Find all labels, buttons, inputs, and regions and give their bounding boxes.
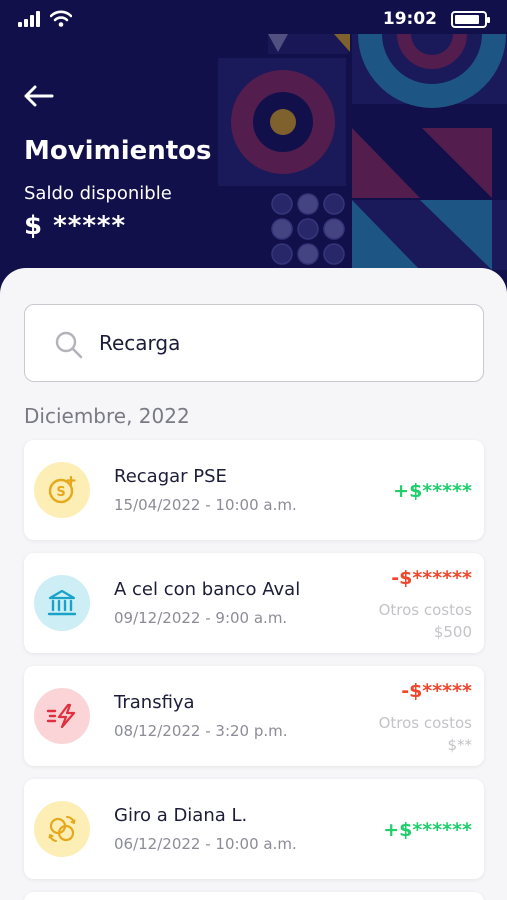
battery-fill — [455, 15, 479, 24]
header: 19:02 Movimientos Saldo disponible $ ***… — [0, 0, 507, 300]
transaction-card[interactable]: Giro a Diana L. 06/12/2022 - 10:00 a.m. … — [24, 779, 484, 879]
transaction-extra-costs: Otros costos $** — [379, 712, 472, 756]
arrow-left-icon — [24, 85, 54, 107]
transaction-card[interactable]: S Recagar PSE 15/04/2022 - 10:00 a.m. +$… — [24, 440, 484, 540]
bank-icon — [47, 589, 77, 616]
extra-costs-label: Otros costos — [378, 714, 472, 732]
transaction-name: Transfiya — [114, 692, 195, 713]
transaction-name: A cel con banco Aval — [114, 579, 301, 600]
svg-text:S: S — [56, 485, 65, 500]
page-title: Movimientos — [24, 136, 212, 166]
transaction-amount: +$****** — [383, 819, 472, 841]
transaction-amount: -$***** — [401, 680, 472, 702]
extra-costs-value: $** — [447, 736, 472, 754]
transaction-amount: +$***** — [393, 480, 472, 502]
transaction-card[interactable]: A cel con banco Aval 09/12/2022 - 9:00 a… — [24, 553, 484, 653]
transaction-date: 06/12/2022 - 10:00 a.m. — [114, 835, 297, 853]
search-icon — [55, 331, 83, 359]
transaction-date: 15/04/2022 - 10:00 a.m. — [114, 496, 297, 514]
coins-exchange-icon — [48, 815, 76, 842]
transaction-icon-badge — [34, 575, 90, 631]
transaction-amount: -$****** — [391, 567, 472, 589]
battery-icon — [451, 11, 490, 28]
wifi-icon — [50, 10, 72, 27]
lightning-transfer-icon — [46, 703, 76, 729]
transaction-extra-costs: Otros costos $500 — [379, 599, 472, 643]
movements-sheet: Diciembre, 2022 S Recagar PSE 15/04/2022… — [0, 268, 507, 900]
cellular-signal-icon — [18, 11, 40, 27]
transaction-name: Recagar PSE — [114, 466, 227, 487]
transaction-icon-badge: S — [34, 462, 90, 518]
section-title: Diciembre, 2022 — [24, 404, 190, 428]
transaction-name: Giro a Diana L. — [114, 805, 248, 826]
transaction-card[interactable]: Transfiya 08/12/2022 - 3:20 p.m. -$*****… — [24, 666, 484, 766]
search-input[interactable] — [99, 323, 459, 363]
status-bar: 19:02 — [0, 0, 507, 40]
search-box[interactable] — [24, 304, 484, 382]
extra-costs-value: $500 — [433, 623, 472, 641]
transaction-card[interactable] — [24, 892, 484, 900]
transaction-icon-badge — [34, 688, 90, 744]
transaction-date: 09/12/2022 - 9:00 a.m. — [114, 609, 288, 627]
transaction-icon-badge — [34, 801, 90, 857]
balance-label: Saldo disponible — [24, 183, 172, 204]
coin-plus-icon: S — [48, 475, 76, 504]
back-button[interactable] — [22, 80, 58, 112]
status-time: 19:02 — [382, 9, 437, 29]
extra-costs-label: Otros costos — [378, 601, 472, 619]
transaction-date: 08/12/2022 - 3:20 p.m. — [114, 722, 288, 740]
balance-value: $ ***** — [24, 211, 127, 241]
